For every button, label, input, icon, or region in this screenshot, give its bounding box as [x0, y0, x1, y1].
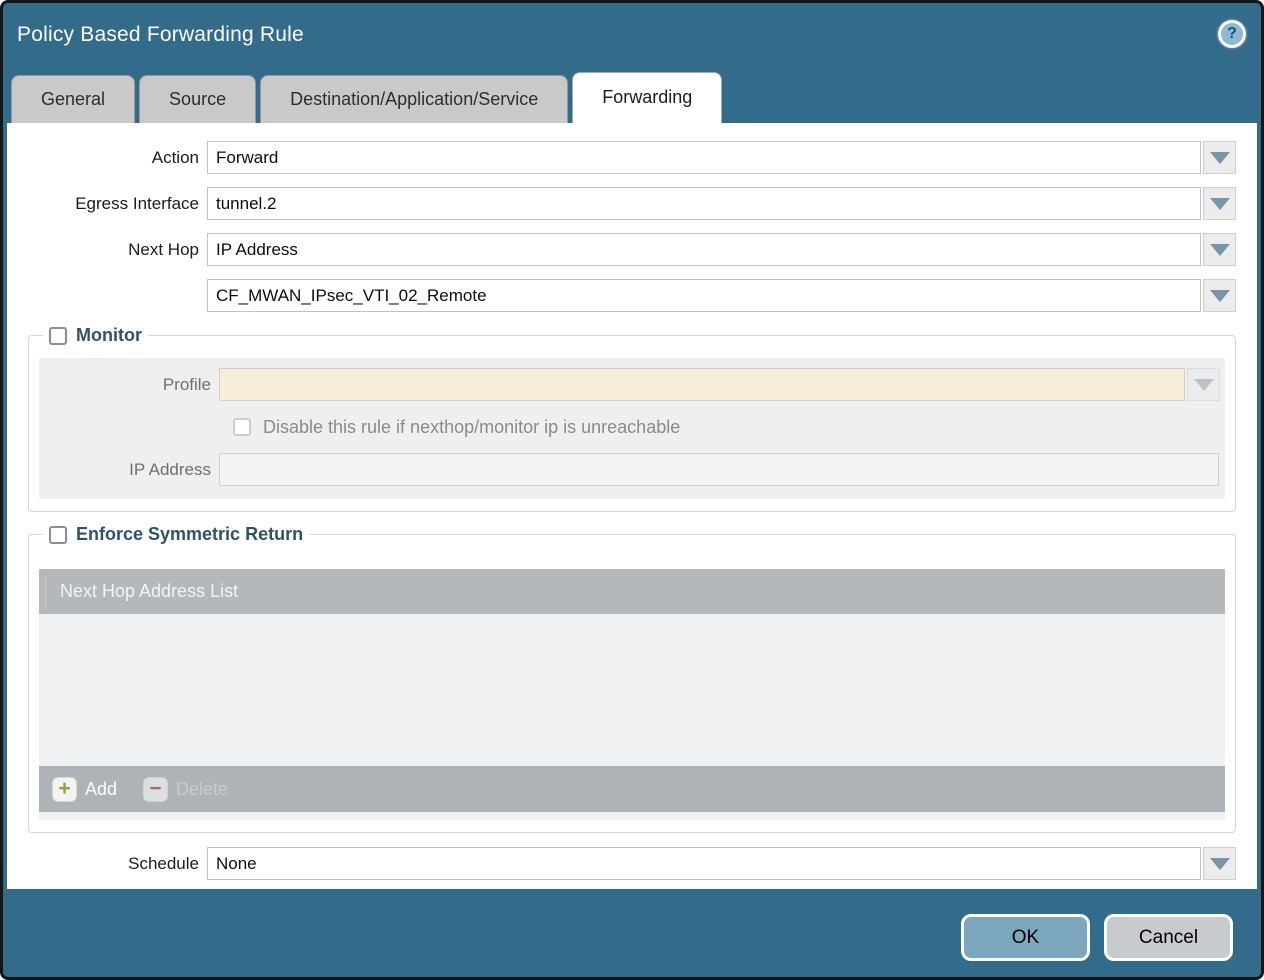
add-button[interactable]: + Add — [52, 777, 117, 802]
monitor-ip-address-row: IP Address — [39, 453, 1225, 486]
schedule-label: Schedule — [7, 854, 207, 874]
next-hop-row: Next Hop — [7, 233, 1257, 266]
profile-label: Profile — [39, 375, 219, 395]
tab-bar: General Source Destination/Application/S… — [7, 72, 1257, 123]
chevron-down-icon — [1194, 379, 1214, 391]
table-bottom-strip — [39, 812, 1225, 820]
monitor-fieldset: Monitor Profile Disable this rule if nex… — [28, 325, 1236, 512]
ok-button[interactable]: OK — [961, 914, 1090, 961]
tab-forwarding[interactable]: Forwarding — [572, 72, 722, 123]
egress-interface-label: Egress Interface — [7, 194, 207, 214]
tab-general[interactable]: General — [11, 75, 135, 123]
minus-icon: − — [143, 777, 168, 802]
next-hop-address-combo — [207, 279, 1236, 312]
egress-interface-combo — [207, 187, 1236, 220]
profile-combo — [219, 368, 1220, 401]
next-hop-label: Next Hop — [7, 240, 207, 260]
monitor-ip-address-label: IP Address — [39, 460, 219, 480]
disable-rule-label: Disable this rule if nexthop/monitor ip … — [263, 417, 680, 438]
monitor-panel: Profile Disable this rule if nexthop/mon… — [39, 358, 1225, 499]
enforce-symmetric-return-checkbox[interactable] — [49, 526, 67, 544]
egress-interface-dropdown-button[interactable] — [1203, 187, 1236, 220]
tab-source[interactable]: Source — [139, 75, 256, 123]
monitor-checkbox[interactable] — [49, 327, 67, 345]
action-dropdown-button[interactable] — [1203, 141, 1236, 174]
monitor-ip-address-input — [219, 453, 1219, 486]
schedule-row: Schedule — [7, 847, 1257, 880]
help-icon[interactable]: ? — [1218, 20, 1246, 48]
enforce-symmetric-return-fieldset: Enforce Symmetric Return Next Hop Addres… — [28, 524, 1236, 833]
schedule-input[interactable] — [207, 847, 1201, 880]
title-bar: Policy Based Forwarding Rule ? — [3, 3, 1261, 72]
table-body[interactable] — [39, 614, 1225, 766]
monitor-legend-label: Monitor — [76, 325, 142, 346]
chevron-down-icon — [1210, 244, 1230, 256]
table-footer: + Add − Delete — [39, 766, 1225, 812]
action-combo — [207, 141, 1236, 174]
profile-row: Profile — [39, 368, 1225, 401]
next-hop-address-input[interactable] — [207, 279, 1201, 312]
next-hop-dropdown-button[interactable] — [1203, 233, 1236, 266]
disable-rule-row: Disable this rule if nexthop/monitor ip … — [233, 415, 1225, 439]
chevron-down-icon — [1210, 858, 1230, 870]
forwarding-tab-content: Action Egress Interface Next Hop — [7, 123, 1257, 889]
enforce-symmetric-return-legend: Enforce Symmetric Return — [43, 524, 309, 545]
schedule-dropdown-button[interactable] — [1203, 847, 1236, 880]
action-label: Action — [7, 148, 207, 168]
disable-rule-checkbox — [233, 418, 251, 436]
enforce-symmetric-return-legend-label: Enforce Symmetric Return — [76, 524, 303, 545]
policy-based-forwarding-rule-dialog: Policy Based Forwarding Rule ? General S… — [0, 0, 1264, 980]
tab-destination-application-service[interactable]: Destination/Application/Service — [260, 75, 568, 123]
page-title: Policy Based Forwarding Rule — [17, 23, 304, 47]
delete-button-label: Delete — [176, 779, 228, 800]
monitor-ip-address-combo — [219, 453, 1219, 486]
egress-interface-input[interactable] — [207, 187, 1201, 220]
egress-interface-row: Egress Interface — [7, 187, 1257, 220]
action-input[interactable] — [207, 141, 1201, 174]
plus-icon: + — [52, 777, 77, 802]
next-hop-address-dropdown-button[interactable] — [1203, 279, 1236, 312]
next-hop-address-list-table: Next Hop Address List + Add − Delete — [39, 569, 1225, 820]
chevron-down-icon — [1210, 152, 1230, 164]
chevron-down-icon — [1210, 198, 1230, 210]
cancel-button[interactable]: Cancel — [1104, 914, 1233, 961]
next-hop-combo — [207, 233, 1236, 266]
chevron-down-icon — [1210, 290, 1230, 302]
next-hop-type-input[interactable] — [207, 233, 1201, 266]
action-row: Action — [7, 141, 1257, 174]
monitor-legend: Monitor — [43, 325, 148, 346]
add-button-label: Add — [85, 779, 117, 800]
profile-dropdown-button — [1187, 368, 1220, 401]
next-hop-address-row — [7, 279, 1257, 312]
schedule-combo — [207, 847, 1236, 880]
profile-input — [219, 368, 1185, 401]
table-header: Next Hop Address List — [39, 569, 1225, 614]
delete-button: − Delete — [143, 777, 228, 802]
